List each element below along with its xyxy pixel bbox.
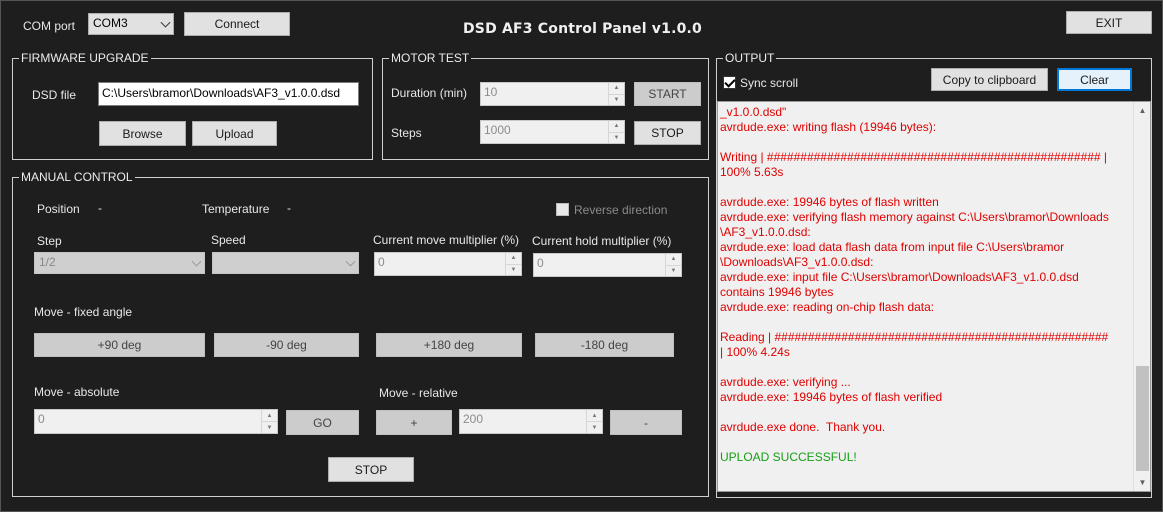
current-hold-value: 0: [537, 256, 544, 270]
motor-start-button[interactable]: START: [634, 82, 701, 106]
fixed-angle-label: Move - fixed angle: [34, 305, 133, 319]
duration-spinner[interactable]: 10 ▲ ▼: [480, 82, 625, 106]
log-line: avrdude.exe: reading on-chip flash data:: [720, 300, 935, 314]
reverse-direction-checkbox[interactable]: [556, 203, 569, 216]
motor-test-title: MOTOR TEST: [389, 51, 472, 65]
absolute-value: 0: [38, 412, 45, 426]
steps-label: Steps: [391, 126, 422, 140]
upload-button[interactable]: Upload: [192, 121, 277, 146]
spin-up-icon[interactable]: ▲: [609, 121, 624, 132]
log-line: avrdude.exe: 19946 bytes of flash writte…: [720, 195, 939, 209]
log-line: avrdude.exe: load data flash data from i…: [720, 240, 1065, 254]
absolute-spinner[interactable]: 0 ▲ ▼: [34, 409, 278, 434]
chevron-down-icon: [191, 256, 202, 267]
spin-up-icon[interactable]: ▲: [262, 410, 277, 421]
absolute-label: Move - absolute: [34, 385, 120, 399]
log-line: | 100% 4.24s: [720, 345, 790, 359]
spin-down-icon[interactable]: ▼: [506, 263, 521, 276]
log-line: avrdude.exe: 19946 bytes of flash verifi…: [720, 390, 943, 404]
temperature-value: -: [287, 201, 291, 215]
go-button[interactable]: GO: [286, 410, 359, 435]
dsd-file-input[interactable]: C:\Users\bramor\Downloads\AF3_v1.0.0.dsd: [98, 82, 359, 106]
log-line: avrdude.exe: verifying flash memory agai…: [720, 210, 1109, 224]
app-title: DSD AF3 Control Panel v1.0.0: [462, 21, 702, 37]
reverse-direction-label: Reverse direction: [574, 203, 668, 217]
spin-up-icon[interactable]: ▲: [666, 254, 681, 265]
chevron-down-icon: [345, 256, 356, 267]
scroll-thumb[interactable]: [1136, 366, 1149, 471]
log-line: contains 19946 bytes: [720, 285, 834, 299]
current-move-spinner[interactable]: 0 ▲ ▼: [374, 252, 522, 276]
rotate-minus-90-button[interactable]: -90 deg: [214, 333, 359, 357]
spin-down-icon[interactable]: ▼: [587, 421, 602, 433]
scroll-down-icon[interactable]: ▼: [1134, 474, 1150, 491]
log-line: _v1.0.0.dsd": [720, 105, 787, 119]
relative-value: 200: [463, 412, 484, 426]
browse-button[interactable]: Browse: [99, 121, 186, 146]
rotate-minus-180-button[interactable]: -180 deg: [535, 333, 674, 357]
output-log[interactable]: _v1.0.0.dsd" avrdude.exe: writing flash (…: [717, 101, 1151, 492]
duration-value: 10: [484, 85, 498, 99]
sync-scroll-label: Sync scroll: [740, 76, 799, 90]
spin-up-icon[interactable]: ▲: [587, 410, 602, 421]
duration-label: Duration (min): [391, 86, 468, 100]
step-select[interactable]: 1/2: [34, 252, 205, 274]
output-scrollbar[interactable]: ▲ ▼: [1133, 102, 1150, 491]
speed-label: Speed: [211, 233, 246, 247]
position-label: Position: [37, 202, 80, 216]
sync-scroll-checkbox[interactable]: [723, 76, 736, 89]
main-window: COM port COM3 Connect DSD AF3 Control Pa…: [0, 0, 1163, 512]
dsd-file-label: DSD file: [32, 88, 77, 102]
log-line: Writing | ##############################…: [720, 150, 1108, 164]
current-move-label: Current move multiplier (%): [373, 233, 520, 247]
log-line: avrdude.exe: writing flash (19946 bytes)…: [720, 120, 937, 134]
clear-button[interactable]: Clear: [1057, 68, 1132, 91]
relative-spinner[interactable]: 200 ▲ ▼: [459, 409, 603, 434]
spin-down-icon[interactable]: ▼: [262, 421, 277, 433]
spin-down-icon[interactable]: ▼: [609, 131, 624, 144]
firmware-upgrade-title: FIRMWARE UPGRADE: [19, 51, 151, 65]
manual-control-title: MANUAL CONTROL: [19, 170, 135, 184]
current-hold-label: Current hold multiplier (%): [532, 234, 672, 248]
rotate-plus-90-button[interactable]: +90 deg: [34, 333, 205, 357]
current-move-value: 0: [378, 255, 385, 269]
spin-down-icon[interactable]: ▼: [666, 264, 681, 277]
step-value: 1/2: [39, 255, 56, 269]
scroll-up-icon[interactable]: ▲: [1134, 102, 1150, 119]
step-label: Step: [37, 234, 62, 248]
exit-button[interactable]: EXIT: [1066, 11, 1152, 34]
log-line: \AF3_v1.0.0.dsd:: [720, 225, 811, 239]
output-log-text: _v1.0.0.dsd" avrdude.exe: writing flash (…: [720, 105, 1130, 465]
log-line: 100% 5.63s: [720, 165, 784, 179]
speed-select[interactable]: [212, 252, 359, 274]
log-line: avrdude.exe: verifying ...: [720, 375, 851, 389]
spin-up-icon[interactable]: ▲: [506, 253, 521, 264]
log-line: avrdude.exe: input file C:\Users\bramor\…: [720, 270, 1079, 284]
log-line: UPLOAD SUCCESSFUL!: [720, 450, 857, 464]
position-value: -: [98, 201, 102, 215]
current-hold-spinner[interactable]: 0 ▲ ▼: [533, 253, 682, 277]
output-title: OUTPUT: [723, 51, 777, 65]
log-line: Reading | ##############################…: [720, 330, 1112, 344]
motor-stop-button[interactable]: STOP: [634, 121, 701, 145]
temperature-label: Temperature: [202, 202, 270, 216]
relative-plus-button[interactable]: +: [376, 410, 452, 435]
steps-value: 1000: [484, 123, 511, 137]
log-line: \Downloads\AF3_v1.0.0.dsd:: [720, 255, 874, 269]
steps-spinner[interactable]: 1000 ▲ ▼: [480, 120, 625, 144]
spin-down-icon[interactable]: ▼: [609, 93, 624, 106]
copy-to-clipboard-button[interactable]: Copy to clipboard: [931, 68, 1048, 91]
spin-up-icon[interactable]: ▲: [609, 83, 624, 94]
log-line: avrdude.exe done. Thank you.: [720, 420, 886, 434]
rotate-plus-180-button[interactable]: +180 deg: [376, 333, 522, 357]
relative-minus-button[interactable]: -: [610, 410, 682, 435]
manual-stop-button[interactable]: STOP: [328, 457, 414, 482]
relative-label: Move - relative: [379, 386, 458, 400]
